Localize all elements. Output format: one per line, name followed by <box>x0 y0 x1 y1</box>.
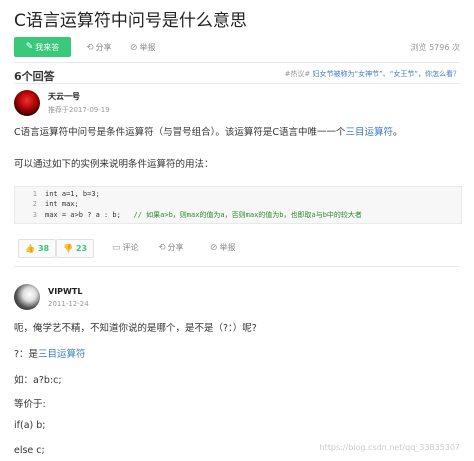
answer-text: C语言运算符中问号是条件运算符（与冒号组合）。该运算符是C语言中唯一一个 <box>14 127 346 138</box>
code-text: int a=1, b=3; <box>45 190 100 198</box>
answer-date: 推荐于2017-09-19 <box>48 106 110 114</box>
upvote-button[interactable]: 👍 38 <box>18 239 57 258</box>
answer-user-name[interactable]: VIPWTL <box>48 287 82 296</box>
ternary-operator-link[interactable]: 三目运算符 <box>346 127 394 138</box>
answer-text: 。 <box>393 127 403 138</box>
code-text: int max; <box>45 200 79 208</box>
upvote-count: 38 <box>37 244 50 253</box>
hot-topic-link[interactable]: 妇女节被称为“女神节”、“女王节”，你怎么看？ <box>312 70 460 78</box>
avatar[interactable] <box>14 284 40 310</box>
warning-icon: ⊘ <box>130 42 138 53</box>
view-count: 浏览 5796 次 <box>410 43 460 52</box>
edit-icon: ✎ <box>25 42 34 52</box>
code-line: 3 max = a>b ? a : b; // 如果a>b，则max的值为a，否则… <box>15 210 362 220</box>
code-text: max = a>b ? a : b; <box>45 211 121 219</box>
answer-button[interactable]: ✎ 我来答 <box>14 37 71 57</box>
downvote-count: 23 <box>75 244 88 253</box>
answer-text-line: else c; <box>14 445 45 456</box>
answer-button-label: 我来答 <box>35 42 60 52</box>
thumbs-up-icon: 👍 <box>25 244 35 253</box>
share-icon: ⟲ <box>86 42 94 53</box>
answer-text-line: 可以通过如下的实例来说明条件运算符的用法： <box>14 159 214 170</box>
share-label: 分享 <box>95 43 112 52</box>
downvote-button[interactable]: 👎 23 <box>56 239 95 258</box>
warning-icon: ⊘ <box>210 242 218 253</box>
answer-text-line: 等价于: <box>14 399 46 410</box>
comment-label: 评论 <box>122 243 139 252</box>
code-line: 2 int max; <box>15 200 79 208</box>
answer-report-button[interactable]: ⊘ 举报 <box>210 242 236 253</box>
answer-text-line: C语言运算符中问号是条件运算符（与冒号组合）。该运算符是C语言中唯一一个三目运算… <box>14 124 403 138</box>
share-icon: ⟲ <box>158 242 166 253</box>
share-button[interactable]: ⟲ 分享 <box>86 42 112 53</box>
answer-text-line: if(a) b; <box>14 420 46 431</box>
answer-text-line: 呃，俺学艺不精，不知道你说的是哪个，是不是（?：）呢? <box>14 323 257 334</box>
code-comment: // 如果a>b，则max的值为a，否则max的值为b，也即取a与b中的较大者 <box>120 211 362 219</box>
answer-count: 6个回答 <box>14 70 55 83</box>
divider <box>14 62 460 63</box>
report-button[interactable]: ⊘ 举报 <box>130 42 156 53</box>
line-number: 3 <box>32 211 37 219</box>
comment-button[interactable]: ▭ 评论 <box>112 242 139 253</box>
question-title: C语言运算符中问号是什么意思 <box>14 11 247 31</box>
avatar[interactable] <box>14 90 40 116</box>
line-number: 1 <box>32 190 37 198</box>
divider <box>14 83 460 84</box>
code-block: 1 int a=1, b=3; 2 int max; 3 max = a>b ? a … <box>14 186 462 224</box>
answer-share-button[interactable]: ⟲ 分享 <box>158 242 184 253</box>
answer-text-line: ?：是三目运算符 <box>14 346 86 360</box>
share-label: 分享 <box>167 243 184 252</box>
code-line: 1 int a=1, b=3; <box>15 190 100 198</box>
comment-icon: ▭ <box>112 242 121 253</box>
hot-topic-tag: #热议# <box>284 70 311 78</box>
ternary-operator-link[interactable]: 三目运算符 <box>38 349 86 360</box>
answer-text: ?：是 <box>14 349 39 360</box>
report-label: 举报 <box>219 243 236 252</box>
thumbs-down-icon: 👎 <box>63 244 73 253</box>
answer-user-name[interactable]: 天云一号 <box>48 91 80 102</box>
line-number: 2 <box>32 200 37 208</box>
watermark: https://blog.csdn.net/qq_33835307 <box>319 443 460 452</box>
report-label: 举报 <box>139 43 156 52</box>
answer-date: 2011-12-24 <box>48 300 89 308</box>
divider <box>14 266 460 267</box>
hot-topic[interactable]: #热议# 妇女节被称为“女神节”、“女王节”，你怎么看？ <box>285 69 460 79</box>
answer-text-line: 如：a?b:c; <box>14 375 62 386</box>
